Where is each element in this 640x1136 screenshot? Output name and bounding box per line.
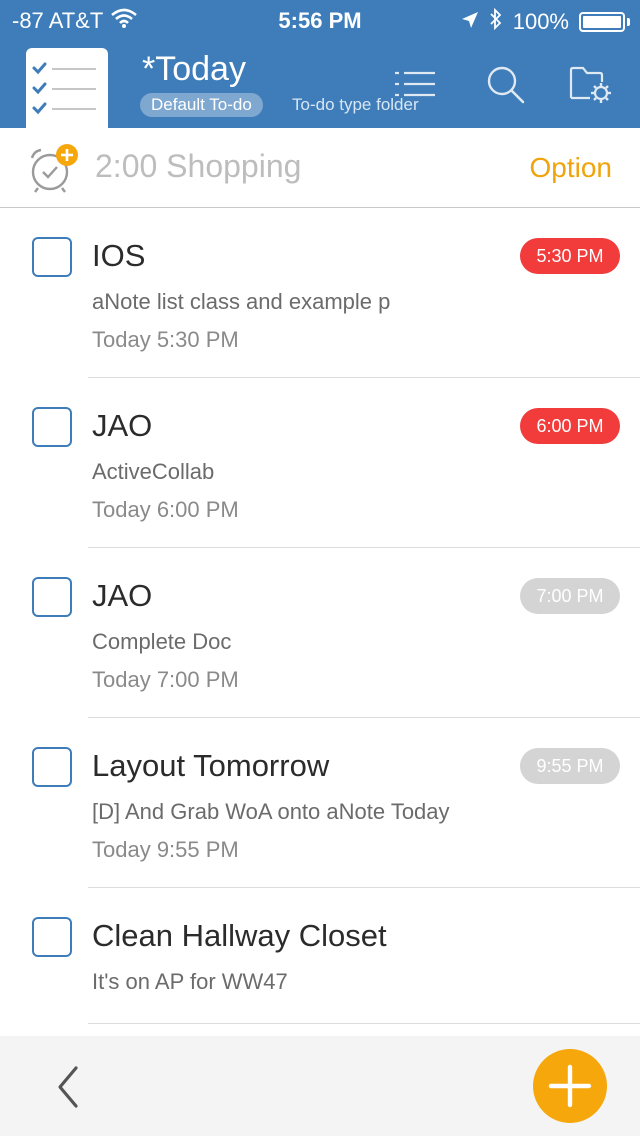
todo-checkbox[interactable] bbox=[32, 407, 72, 447]
list-item[interactable]: Clean Hallway Closet It's on AP for WW47 bbox=[0, 888, 640, 1024]
todo-title: Clean Hallway Closet bbox=[92, 918, 387, 953]
page-title: *Today bbox=[142, 50, 246, 88]
app-header: -87 AT&T 5:56 PM 100% *Today Default To-… bbox=[0, 0, 640, 128]
list-view-button[interactable] bbox=[393, 62, 437, 106]
todo-date: Today 9:55 PM bbox=[92, 837, 239, 862]
chevron-left-icon bbox=[58, 1066, 78, 1108]
due-time-badge: 6:00 PM bbox=[520, 408, 620, 444]
folder-name-badge[interactable]: Default To-do bbox=[140, 93, 263, 117]
add-todo-button[interactable] bbox=[533, 1049, 607, 1123]
todo-list: IOS aNote list class and example p Today… bbox=[0, 208, 640, 1024]
list-item[interactable]: IOS aNote list class and example p Today… bbox=[0, 208, 640, 378]
list-item[interactable]: JAO ActiveCollab Today 6:00 PM 6:00 PM bbox=[0, 378, 640, 548]
checklist-app-icon[interactable] bbox=[26, 48, 108, 128]
alarm-add-button[interactable] bbox=[28, 144, 80, 196]
todo-checkbox[interactable] bbox=[32, 237, 72, 277]
back-button[interactable] bbox=[48, 1062, 92, 1112]
todo-checkbox[interactable] bbox=[32, 577, 72, 617]
todo-note: aNote list class and example p bbox=[92, 289, 391, 314]
todo-checkbox[interactable] bbox=[32, 917, 72, 957]
bottom-toolbar bbox=[0, 1036, 640, 1136]
todo-title: JAO bbox=[92, 578, 153, 613]
location-arrow-icon bbox=[461, 9, 479, 35]
todo-note: [D] And Grab WoA onto aNote Today bbox=[92, 799, 450, 824]
todo-title: IOS bbox=[92, 238, 146, 273]
todo-title: JAO bbox=[92, 408, 153, 443]
status-bar: -87 AT&T 5:56 PM 100% bbox=[0, 0, 640, 40]
quick-add-bar: 2:00 Shopping Option bbox=[0, 128, 640, 208]
alarm-clock-icon bbox=[30, 144, 78, 193]
divider bbox=[88, 1023, 640, 1024]
todo-date: Today 6:00 PM bbox=[92, 497, 239, 522]
list-item[interactable]: Layout Tomorrow [D] And Grab WoA onto aN… bbox=[0, 718, 640, 888]
todo-date: Today 7:00 PM bbox=[92, 667, 239, 692]
due-time-badge: 5:30 PM bbox=[520, 238, 620, 274]
plus-icon bbox=[548, 1064, 592, 1108]
search-button[interactable] bbox=[483, 62, 527, 106]
list-item[interactable]: JAO Complete Doc Today 7:00 PM 7:00 PM bbox=[0, 548, 640, 718]
quick-add-input[interactable]: 2:00 Shopping bbox=[95, 148, 301, 185]
search-icon bbox=[487, 66, 525, 104]
todo-note: It's on AP for WW47 bbox=[92, 969, 288, 994]
todo-checkbox[interactable] bbox=[32, 747, 72, 787]
due-time-badge: 7:00 PM bbox=[520, 578, 620, 614]
option-button[interactable]: Option bbox=[530, 152, 613, 184]
folder-settings-icon bbox=[569, 66, 611, 103]
todo-date: Today 5:30 PM bbox=[92, 327, 239, 352]
battery-icon bbox=[579, 12, 625, 32]
list-view-icon bbox=[395, 71, 435, 97]
battery-percent: 100% bbox=[512, 9, 569, 34]
todo-note: ActiveCollab bbox=[92, 459, 215, 484]
folder-settings-button[interactable] bbox=[568, 62, 612, 106]
todo-title: Layout Tomorrow bbox=[92, 748, 330, 783]
todo-note: Complete Doc bbox=[92, 629, 232, 654]
bluetooth-icon bbox=[489, 7, 503, 36]
due-time-badge: 9:55 PM bbox=[520, 748, 620, 784]
